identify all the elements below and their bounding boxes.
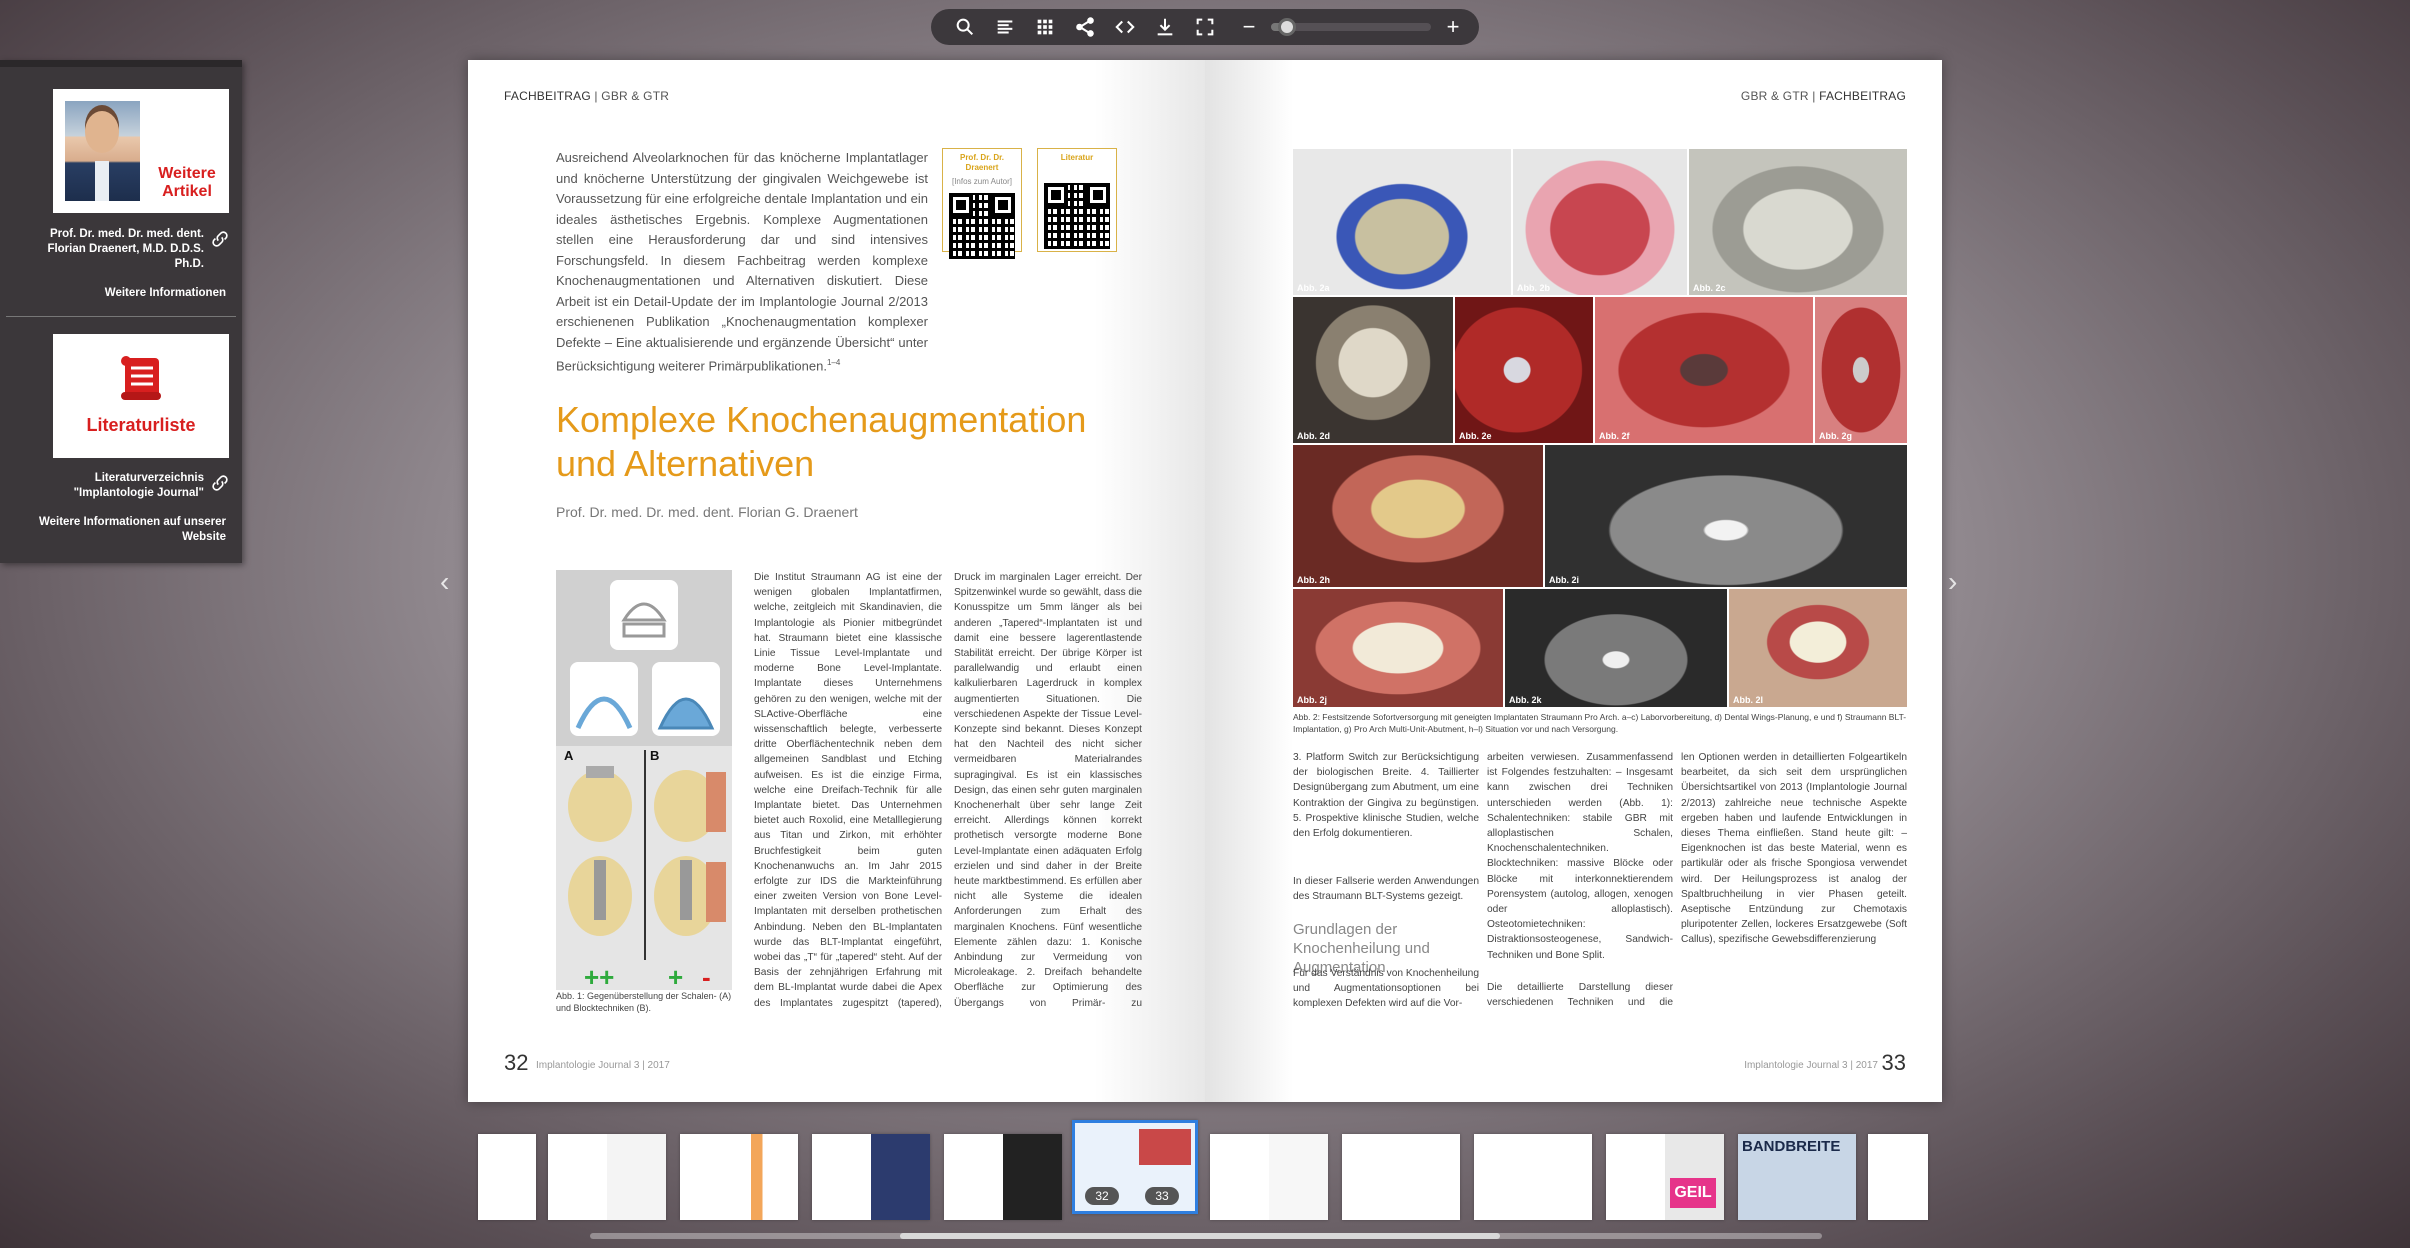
running-head: FACHBEITRAG | GBR & GTR: [504, 89, 670, 103]
page-footer: Implantologie Journal 3 | 2017: [536, 1060, 670, 1071]
qr-code-image: [1044, 183, 1110, 249]
embed-icon[interactable]: [1105, 9, 1145, 45]
page-number: 33: [1881, 1050, 1906, 1075]
more-articles-card[interactable]: Weitere Artikel: [53, 89, 229, 213]
photo-2b: Abb. 2b: [1513, 149, 1687, 295]
thumbnail[interactable]: [1868, 1134, 1928, 1220]
thumbnail-scrollbar[interactable]: [590, 1233, 1822, 1239]
photo-2i: Abb. 2i: [1545, 445, 1907, 587]
page-footer: Implantologie Journal 3 | 2017: [1744, 1060, 1878, 1071]
thumbnail[interactable]: [478, 1134, 536, 1220]
text-column: arbeiten verwiesen. Zusammenfassend ist …: [1487, 752, 1673, 961]
photo-2a: Abb. 2a: [1293, 149, 1511, 295]
download-icon[interactable]: [1145, 9, 1185, 45]
thumbnail-strip: 32 33 GEIL BANDBREITE: [478, 1120, 1928, 1220]
thumbnail[interactable]: BANDBREITE: [1738, 1134, 1856, 1220]
photo-2c: Abb. 2c: [1689, 149, 1907, 295]
photo-2g: Abb. 2g: [1815, 297, 1907, 443]
literature-qr-code[interactable]: Literatur: [1037, 148, 1117, 252]
text-column: Die Institut Straumann AG ist eine der w…: [754, 572, 942, 1009]
running-head: GBR & GTR | FACHBEITRAG: [1740, 89, 1906, 103]
prev-page-arrow-icon[interactable]: ‹: [440, 566, 449, 598]
thumbnail[interactable]: [1210, 1134, 1328, 1220]
document-list-icon: [121, 356, 161, 400]
photo-2h: Abb. 2h: [1293, 445, 1543, 587]
search-icon[interactable]: [945, 9, 985, 45]
page-32[interactable]: FACHBEITRAG | GBR & GTR Ausreichend Alve…: [468, 60, 1205, 1102]
text-column: len Optionen werden in detaillierten Fol…: [1681, 752, 1907, 946]
thumbnail[interactable]: [1474, 1134, 1592, 1220]
photo-2f: Abb. 2f: [1595, 297, 1813, 443]
link-icon[interactable]: [210, 473, 230, 493]
thumbnail[interactable]: GEIL: [1606, 1134, 1724, 1220]
photo-2j: Abb. 2j: [1293, 589, 1503, 707]
photo-2e: Abb. 2e: [1455, 297, 1593, 443]
thumbnail[interactable]: [1342, 1134, 1460, 1220]
link-icon[interactable]: [210, 229, 230, 249]
article-title: Komplexe Knochenaugmentation und Alterna…: [556, 399, 1087, 484]
zoom-in-button[interactable]: +: [1441, 14, 1465, 40]
text-column: Für das Verständnis von Knochenheilung u…: [1293, 968, 1479, 1010]
page-number: 32: [504, 1050, 529, 1075]
article-intro: Ausreichend Alveolarknochen für das knöc…: [556, 150, 928, 374]
toc-icon[interactable]: [985, 9, 1025, 45]
zoom-out-button[interactable]: −: [1237, 14, 1261, 40]
text-column: In dieser Fallserie werden Anwendungen d…: [1293, 876, 1479, 903]
thumbnail[interactable]: [812, 1134, 930, 1220]
sidebar-panel: Weitere Artikel Prof. Dr. med. Dr. med. …: [0, 60, 242, 563]
photo-2k: Abb. 2k: [1505, 589, 1727, 707]
sidebar-divider: [6, 316, 236, 317]
literature-card[interactable]: Literaturliste: [53, 334, 229, 458]
thumbnail[interactable]: [944, 1134, 1062, 1220]
viewer-toolbar: − +: [931, 9, 1479, 45]
text-column: 3. Platform Switch zur Berücksichtigung …: [1293, 752, 1479, 840]
thumbnail-active[interactable]: 32 33: [1072, 1120, 1198, 1214]
zoom-control: − +: [1237, 14, 1465, 40]
author-qr-code[interactable]: Prof. Dr. Dr. Draenert [Infos zum Autor]: [942, 148, 1022, 259]
grid-icon[interactable]: [1025, 9, 1065, 45]
author-name-link[interactable]: Prof. Dr. med. Dr. med. dent. Florian Dr…: [20, 227, 204, 272]
zoom-slider[interactable]: [1271, 18, 1431, 36]
next-page-arrow-icon[interactable]: ›: [1948, 566, 1957, 598]
qr-code-image: [949, 193, 1015, 259]
website-link[interactable]: Weitere Informationen auf unserer Websit…: [20, 515, 226, 545]
figure-1: A B ++ + -: [556, 570, 732, 992]
zoom-slider-handle[interactable]: [1278, 18, 1296, 36]
page-badge: 32: [1085, 1187, 1119, 1205]
magazine-spread: FACHBEITRAG | GBR & GTR Ausreichend Alve…: [468, 60, 1942, 1102]
literature-link[interactable]: Literaturverzeichnis "Implantologie Jour…: [20, 471, 204, 501]
page-33[interactable]: GBR & GTR | FACHBEITRAG Abb. 2a Abb. 2b …: [1205, 60, 1942, 1102]
page-badge: 33: [1145, 1187, 1179, 1205]
thumbnail[interactable]: [680, 1134, 798, 1220]
thumbnail[interactable]: [548, 1134, 666, 1220]
fullscreen-icon[interactable]: [1185, 9, 1225, 45]
scrollbar-thumb[interactable]: [900, 1233, 1500, 1239]
text-column: Druck im marginalen Lager erreicht. Der …: [954, 572, 1142, 1009]
photo-2d: Abb. 2d: [1293, 297, 1453, 443]
literature-title: Literaturliste: [86, 415, 196, 435]
more-articles-title: Weitere Artikel: [158, 165, 216, 200]
more-info-link[interactable]: Weitere Informationen: [20, 286, 226, 301]
text-column: Die detaillierte Darstellung dieser vers…: [1487, 982, 1673, 1009]
article-author: Prof. Dr. med. Dr. med. dent. Florian G.…: [556, 504, 858, 520]
share-icon[interactable]: [1065, 9, 1105, 45]
photo-2l: Abb. 2l: [1729, 589, 1907, 707]
figure-1-caption: Abb. 1: Gegenüberstellung der Schalen- (…: [556, 991, 732, 1013]
figure-2-caption: Abb. 2: Festsitzende Sofortversorgung mi…: [1293, 712, 1907, 734]
author-avatar: [65, 101, 140, 201]
